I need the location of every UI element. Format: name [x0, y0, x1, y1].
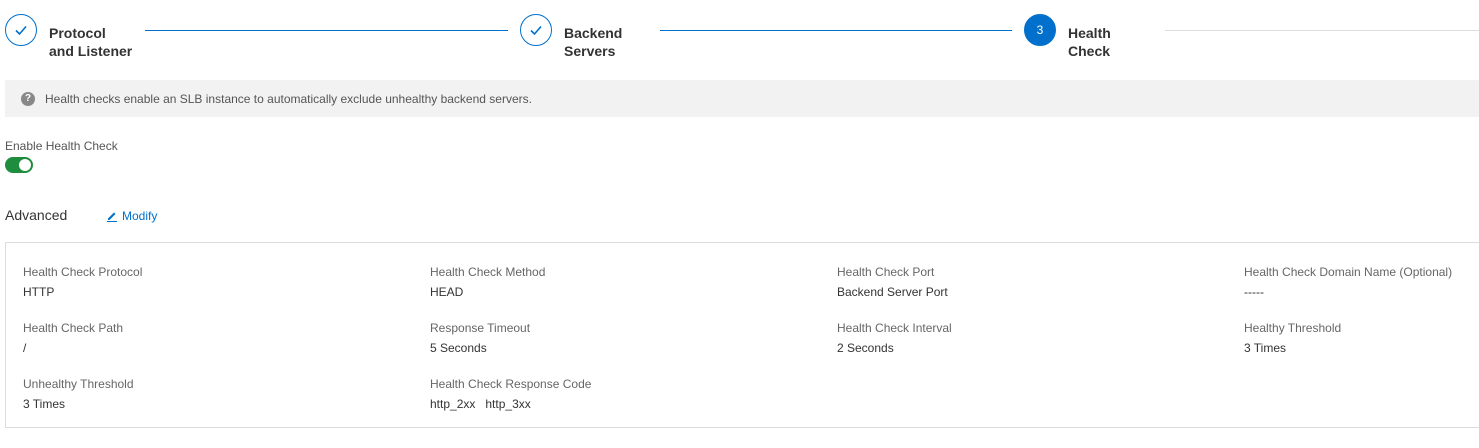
modify-link[interactable]: Modify [106, 209, 157, 223]
field-value: / [23, 341, 27, 355]
step-connector [660, 30, 1012, 31]
field-value: 2 Seconds [837, 341, 894, 355]
field-unhealthy-threshold: Unhealthy Threshold 3 Times [23, 376, 134, 412]
check-icon [520, 14, 552, 46]
health-check-details: Health Check Protocol HTTP Health Check … [5, 242, 1479, 428]
step-number: 3 [1024, 14, 1056, 46]
field-label: Unhealthy Threshold [23, 377, 134, 391]
field-value: HEAD [430, 285, 464, 299]
step-label-line: Protocol [49, 25, 106, 41]
info-banner: ? Health checks enable an SLB instance t… [5, 80, 1479, 117]
field-protocol: Health Check Protocol HTTP [23, 264, 142, 300]
field-value: 5 Seconds [430, 341, 487, 355]
field-value: Backend Server Port [837, 285, 948, 299]
enable-health-check-toggle[interactable] [5, 157, 33, 173]
step-protocol-listener: Protocol and Listener [5, 14, 144, 60]
field-label: Health Check Response Code [430, 377, 592, 391]
enable-health-check-label: Enable Health Check [5, 139, 118, 153]
step-label-line: Backend [564, 25, 623, 41]
edit-icon [107, 212, 117, 222]
field-label: Health Check Method [430, 265, 546, 279]
field-value: HTTP [23, 285, 55, 299]
toggle-knob [19, 159, 31, 171]
step-label: Health Check [1068, 24, 1163, 60]
question-icon: ? [21, 91, 35, 106]
field-label: Health Check Port [837, 265, 935, 279]
field-value: ----- [1244, 285, 1264, 299]
field-value: 3 Times [1244, 341, 1287, 355]
advanced-title: Advanced [5, 207, 68, 223]
step-label-line: Servers [564, 43, 616, 59]
field-label: Health Check Domain Name (Optional) [1244, 265, 1453, 279]
response-code: http_3xx [485, 397, 531, 411]
step-label: Protocol and Listener [49, 24, 144, 60]
info-text: Health checks enable an SLB instance to … [45, 91, 532, 106]
field-interval: Health Check Interval 2 Seconds [837, 320, 952, 356]
field-timeout: Response Timeout 5 Seconds [430, 320, 530, 356]
field-response-code: Health Check Response Code http_2xx http_… [430, 376, 591, 412]
field-path: Health Check Path / [23, 320, 123, 356]
field-label: Health Check Interval [837, 321, 952, 335]
field-label: Response Timeout [430, 321, 531, 335]
field-value: 3 Times [23, 397, 66, 411]
field-domain: Health Check Domain Name (Optional) ----… [1244, 264, 1452, 300]
field-port: Health Check Port Backend Server Port [837, 264, 948, 300]
step-label-line: and Listener [49, 43, 133, 59]
step-connector [1165, 30, 1479, 31]
field-label: Health Check Path [23, 321, 124, 335]
step-label-line: Check [1068, 43, 1111, 59]
field-healthy-threshold: Healthy Threshold 3 Times [1244, 320, 1341, 356]
field-label: Healthy Threshold [1244, 321, 1342, 335]
wizard-steps: Protocol and Listener Backend Servers 3 … [0, 0, 1479, 75]
field-method: Health Check Method HEAD [430, 264, 545, 300]
step-connector [145, 30, 508, 31]
response-code: http_2xx [430, 397, 476, 411]
step-backend-servers: Backend Servers [520, 14, 659, 60]
check-icon [5, 14, 37, 46]
field-label: Health Check Protocol [23, 265, 143, 279]
step-label: Backend Servers [564, 24, 659, 60]
step-health-check: 3 Health Check [1024, 14, 1163, 60]
modify-label: Modify [122, 209, 158, 223]
step-label-line: Health [1068, 25, 1111, 41]
field-value: http_2xx http_3xx [430, 396, 591, 412]
